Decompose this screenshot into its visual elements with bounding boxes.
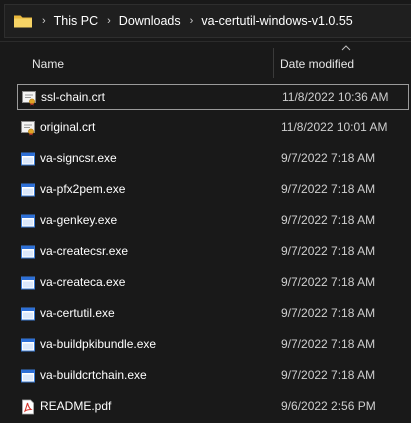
pdf-icon: [20, 399, 36, 415]
executable-icon: [20, 306, 36, 322]
sort-ascending-icon: [341, 45, 351, 51]
executable-icon: [20, 337, 36, 353]
certificate-icon: [20, 120, 36, 136]
file-date-modified: 9/7/2022 7:18 AM: [281, 275, 376, 289]
file-name: original.crt: [40, 120, 96, 134]
breadcrumb-separator[interactable]: ›: [107, 15, 111, 27]
file-name: va-createcsr.exe: [40, 244, 129, 258]
executable-icon: [20, 151, 36, 167]
file-date-modified: 9/7/2022 7:18 AM: [281, 306, 376, 320]
file-date-modified: 9/7/2022 7:18 AM: [281, 337, 376, 351]
file-name: va-genkey.exe: [40, 213, 118, 227]
file-row[interactable]: va-signcsr.exe 9/7/2022 7:18 AM: [0, 146, 411, 172]
executable-icon: [20, 182, 36, 198]
column-divider[interactable]: [273, 48, 274, 78]
file-row[interactable]: va-certutil.exe 9/7/2022 7:18 AM: [0, 301, 411, 327]
file-name: ssl-chain.crt: [41, 90, 106, 104]
certificate-icon: [21, 90, 37, 106]
file-row[interactable]: va-genkey.exe 9/7/2022 7:18 AM: [0, 208, 411, 234]
file-date-modified: 9/7/2022 7:18 AM: [281, 182, 376, 196]
file-date-modified: 9/7/2022 7:18 AM: [281, 213, 376, 227]
file-row[interactable]: va-createca.exe 9/7/2022 7:18 AM: [0, 270, 411, 296]
breadcrumb-this-pc[interactable]: This PC: [54, 14, 98, 28]
column-header-name[interactable]: Name: [32, 57, 64, 71]
file-name: va-createca.exe: [40, 275, 126, 289]
column-header-date-modified[interactable]: Date modified: [280, 57, 354, 71]
file-row[interactable]: va-createcsr.exe 9/7/2022 7:18 AM: [0, 239, 411, 265]
file-date-modified: 9/7/2022 7:18 AM: [281, 368, 376, 382]
column-header: Name Date modified: [0, 42, 411, 84]
file-name: va-buildcrtchain.exe: [40, 368, 147, 382]
executable-icon: [20, 368, 36, 384]
file-name: va-buildpkibundle.exe: [40, 337, 157, 351]
folder-icon: [14, 15, 32, 28]
file-row[interactable]: original.crt 11/8/2022 10:01 AM: [0, 115, 411, 141]
file-name: va-certutil.exe: [40, 306, 115, 320]
file-row[interactable]: README.pdf 9/6/2022 2:56 PM: [0, 394, 411, 420]
file-row[interactable]: va-buildcrtchain.exe 9/7/2022 7:18 AM: [0, 363, 411, 389]
breadcrumb[interactable]: › This PC › Downloads › va-certutil-wind…: [4, 4, 411, 38]
file-name: README.pdf: [40, 399, 112, 413]
breadcrumb-separator[interactable]: ›: [190, 15, 194, 27]
file-date-modified: 9/6/2022 2:56 PM: [281, 399, 376, 413]
file-date-modified: 9/7/2022 7:18 AM: [281, 244, 376, 258]
breadcrumb-separator[interactable]: ›: [42, 15, 46, 27]
file-date-modified: 9/7/2022 7:18 AM: [281, 151, 376, 165]
breadcrumb-current-folder[interactable]: va-certutil-windows-v1.0.55: [201, 14, 352, 28]
file-date-modified: 11/8/2022 10:36 AM: [282, 90, 389, 104]
file-row[interactable]: va-pfx2pem.exe 9/7/2022 7:18 AM: [0, 177, 411, 203]
executable-icon: [20, 244, 36, 260]
file-row[interactable]: va-buildpkibundle.exe 9/7/2022 7:18 AM: [0, 332, 411, 358]
breadcrumb-downloads[interactable]: Downloads: [119, 14, 181, 28]
file-name: va-pfx2pem.exe: [40, 182, 126, 196]
file-name: va-signcsr.exe: [40, 151, 117, 165]
file-date-modified: 11/8/2022 10:01 AM: [281, 120, 388, 134]
executable-icon: [20, 213, 36, 229]
executable-icon: [20, 275, 36, 291]
address-bar[interactable]: › This PC › Downloads › va-certutil-wind…: [0, 0, 411, 42]
file-row[interactable]: ssl-chain.crt 11/8/2022 10:36 AM: [17, 84, 409, 110]
